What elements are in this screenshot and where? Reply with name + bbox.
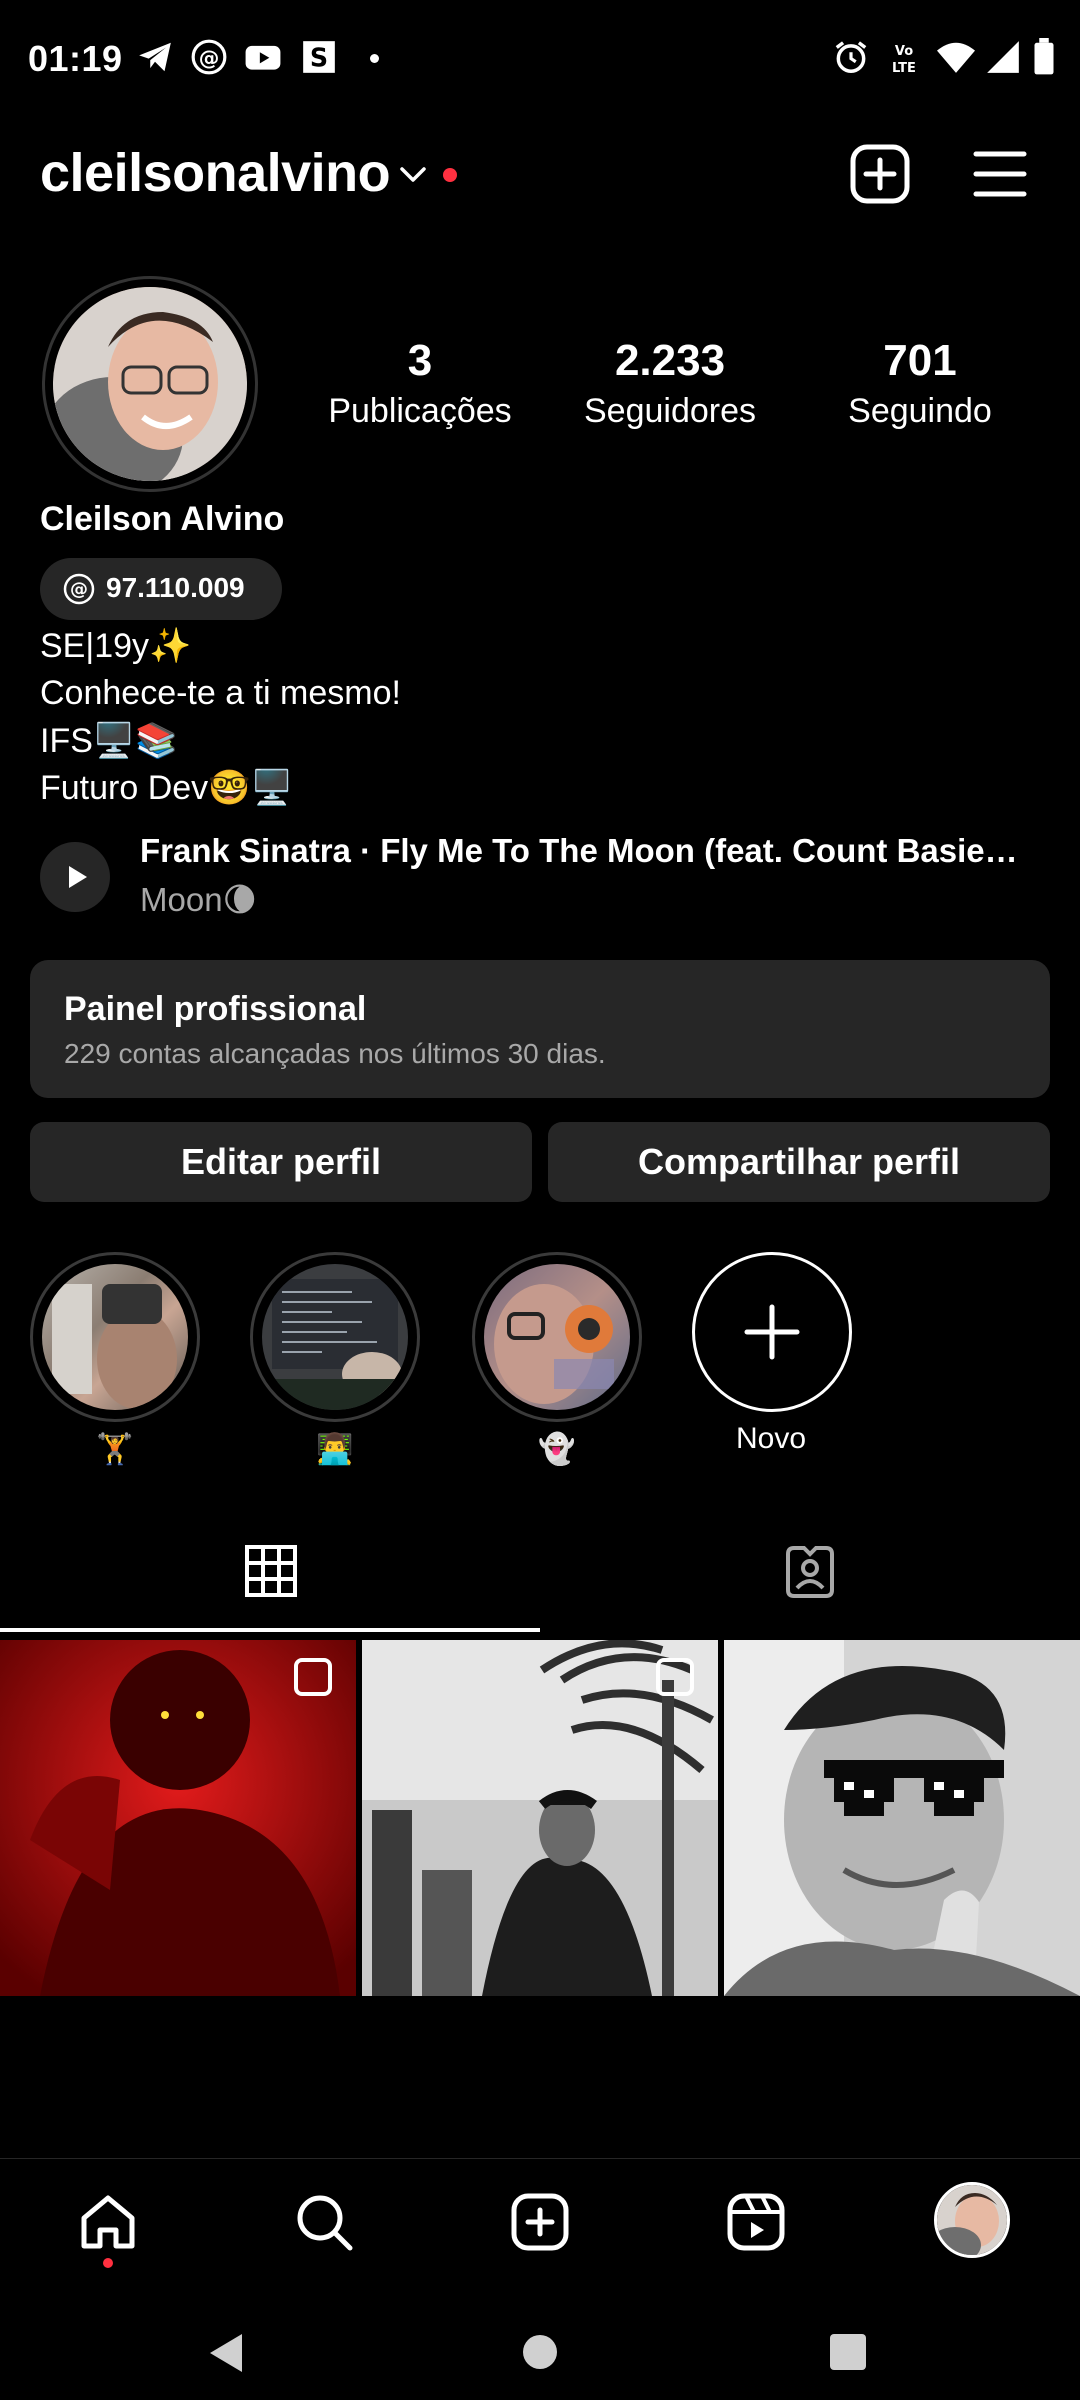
username-switcher[interactable]: cleilsonalvino (40, 142, 391, 204)
edit-profile-button[interactable]: Editar perfil (30, 1122, 532, 1202)
s-app-icon: S (303, 41, 335, 73)
highlight-label: 👨‍💻 (316, 1433, 354, 1466)
post-thumbnail[interactable] (0, 1640, 356, 1996)
bio-line: IFS🖥️📚 (40, 722, 178, 760)
status-bar: 01:19 @ S Vo LTE (0, 0, 1080, 120)
recents-icon[interactable] (828, 2332, 868, 2372)
notification-dot-icon (370, 54, 379, 63)
wifi-icon (937, 42, 975, 73)
story-highlight[interactable] (30, 1252, 200, 1422)
new-highlight-label: Novo (735, 1422, 807, 1455)
post-thumbnail[interactable] (724, 1640, 1080, 1996)
telegram-icon (139, 42, 171, 72)
play-icon (69, 866, 87, 888)
threads-icon: @ (63, 573, 95, 605)
threads-badge[interactable]: @ 97.110.009 (40, 558, 282, 620)
profile-tabs (0, 1520, 1080, 1632)
stat-followers-label: Seguidores (583, 392, 756, 430)
bio-line: SE|19y✨ (40, 627, 192, 665)
reels-icon[interactable] (724, 2190, 788, 2254)
story-highlight[interactable] (472, 1252, 642, 1422)
back-icon[interactable] (206, 2330, 246, 2376)
bio-line: Conhece-te a ti mesmo! (40, 674, 401, 712)
home-notification-dot (103, 2258, 113, 2268)
chevron-down-icon[interactable] (396, 160, 430, 188)
svg-text:@: @ (70, 579, 88, 600)
active-tab-indicator (0, 1628, 540, 1632)
svg-text:S: S (310, 43, 328, 73)
profile-avatar-nav[interactable] (934, 2182, 1010, 2258)
stat-posts-value: 3 (407, 336, 433, 385)
new-highlight-button[interactable] (692, 1252, 852, 1412)
create-icon[interactable] (508, 2190, 572, 2254)
threads-icon: @ (191, 39, 227, 75)
svg-text:@: @ (199, 46, 220, 70)
stat-following[interactable]: 701 Seguindo (810, 336, 1030, 431)
profile-avatar[interactable] (53, 287, 247, 481)
stat-following-value: 701 (883, 336, 957, 385)
panel-subtitle: 229 contas alcançadas nos últimos 30 dia… (64, 1038, 606, 1069)
create-post-button[interactable] (848, 142, 912, 206)
search-icon[interactable] (292, 2190, 356, 2254)
home-icon[interactable] (76, 2190, 140, 2254)
highlight-label: 🏋️ (96, 1433, 134, 1466)
notification-dot (443, 168, 457, 182)
stat-followers-value: 2.233 (614, 336, 726, 385)
music-subtitle: Moon🌘 (140, 881, 257, 918)
stat-followers[interactable]: 2.233 Seguidores (560, 336, 780, 431)
home-circle-icon[interactable] (520, 2332, 560, 2372)
alarm-icon (835, 41, 867, 73)
youtube-icon (245, 45, 281, 70)
system-navigation-bar (0, 2290, 1080, 2400)
battery-icon (1034, 38, 1054, 75)
threads-count: 97.110.009 (106, 572, 245, 603)
display-name: Cleilson Alvino (40, 500, 285, 538)
tagged-icon[interactable] (782, 1544, 838, 1600)
svg-text:Vo: Vo (895, 44, 913, 59)
menu-icon[interactable] (968, 142, 1032, 206)
svg-text:LTE: LTE (892, 61, 916, 76)
volte-icon: Vo LTE (892, 44, 916, 76)
stat-posts[interactable]: 3 Publicações (300, 336, 540, 431)
stat-following-label: Seguindo (848, 392, 992, 430)
plus-icon (744, 1304, 800, 1360)
panel-title: Painel profissional (64, 990, 367, 1028)
music-title[interactable]: Frank Sinatra · Fly Me To The Moon (feat… (140, 832, 1018, 870)
share-profile-button[interactable]: Compartilhar perfil (548, 1122, 1050, 1202)
post-thumbnail[interactable] (362, 1640, 718, 1996)
story-highlight[interactable] (250, 1252, 420, 1422)
bio-line: Futuro Dev🤓🖥️ (40, 769, 293, 807)
highlight-label: 👻 (538, 1433, 576, 1466)
music-play-button[interactable] (40, 842, 110, 912)
professional-dashboard[interactable]: Painel profissional 229 contas alcançada… (30, 960, 1050, 1098)
stat-posts-label: Publicações (328, 392, 512, 430)
grid-icon[interactable] (244, 1544, 298, 1598)
status-time: 01:19 (28, 38, 123, 79)
signal-icon (987, 41, 1019, 73)
